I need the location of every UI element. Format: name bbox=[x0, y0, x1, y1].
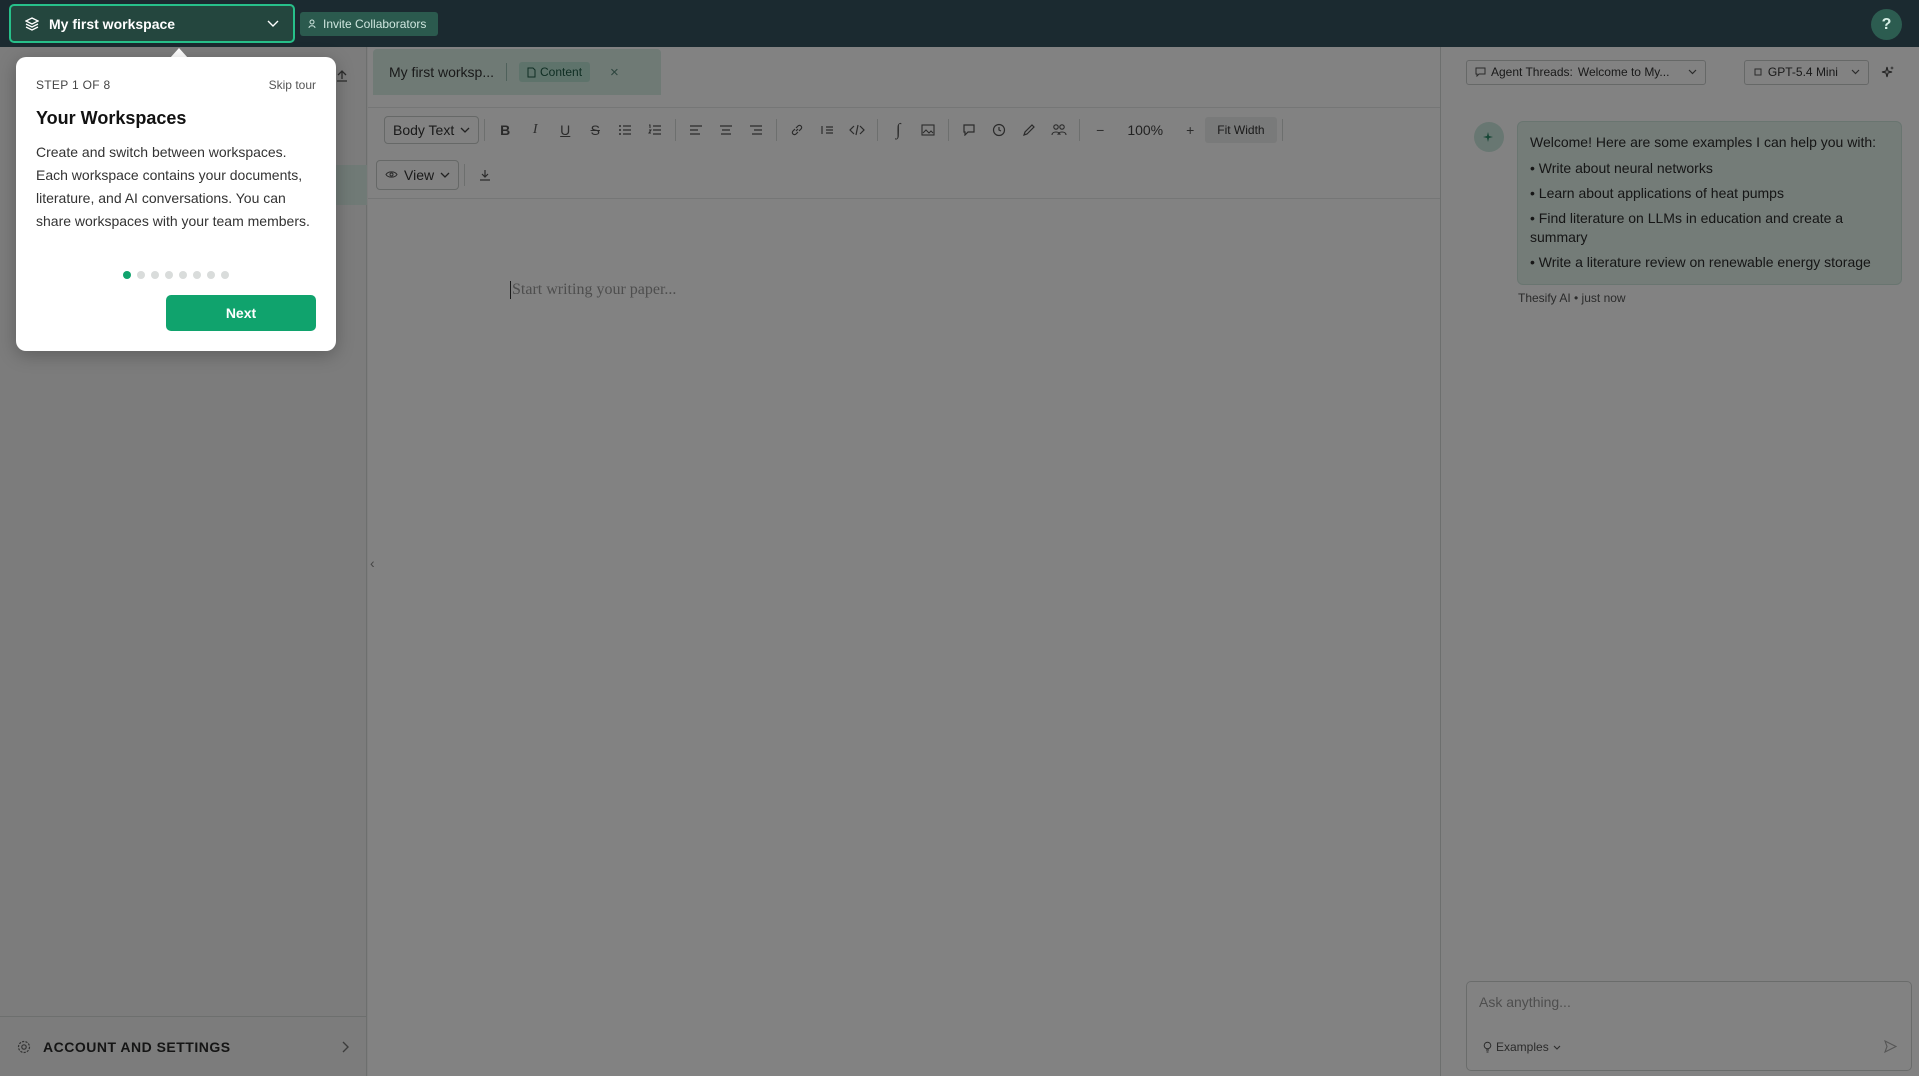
help-button[interactable]: ? bbox=[1871, 9, 1902, 40]
tour-progress-dots bbox=[123, 271, 229, 279]
workspace-name: My first workspace bbox=[49, 15, 176, 32]
layers-icon bbox=[25, 16, 39, 31]
tour-title: Your Workspaces bbox=[36, 108, 187, 128]
tour-progress-dot bbox=[207, 271, 215, 279]
tour-progress-dot bbox=[221, 271, 229, 279]
tour-progress-dot bbox=[137, 271, 145, 279]
skip-tour-link[interactable]: Skip tour bbox=[269, 78, 316, 92]
tour-progress-dot bbox=[179, 271, 187, 279]
chevron-down-icon bbox=[267, 20, 279, 28]
tour-body: Create and switch between workspaces. Ea… bbox=[36, 144, 310, 229]
invite-collaborators-button[interactable]: Invite Collaborators bbox=[300, 12, 439, 36]
user-plus-icon bbox=[308, 19, 318, 29]
tour-progress-dot bbox=[151, 271, 159, 279]
tour-progress-dot bbox=[165, 271, 173, 279]
tour-popup: STEP 1 OF 8 Skip tour Your Workspaces Cr… bbox=[16, 57, 336, 351]
tour-progress-dot bbox=[193, 271, 201, 279]
invite-label: Invite Collaborators bbox=[323, 17, 427, 31]
tour-step-counter: STEP 1 OF 8 bbox=[36, 78, 111, 92]
workspace-selector[interactable]: My first workspace bbox=[9, 4, 295, 43]
tour-next-button[interactable]: Next bbox=[166, 295, 316, 331]
top-bar: My first workspace Invite Collaborators … bbox=[0, 0, 1919, 47]
tour-progress-dot bbox=[123, 271, 131, 279]
